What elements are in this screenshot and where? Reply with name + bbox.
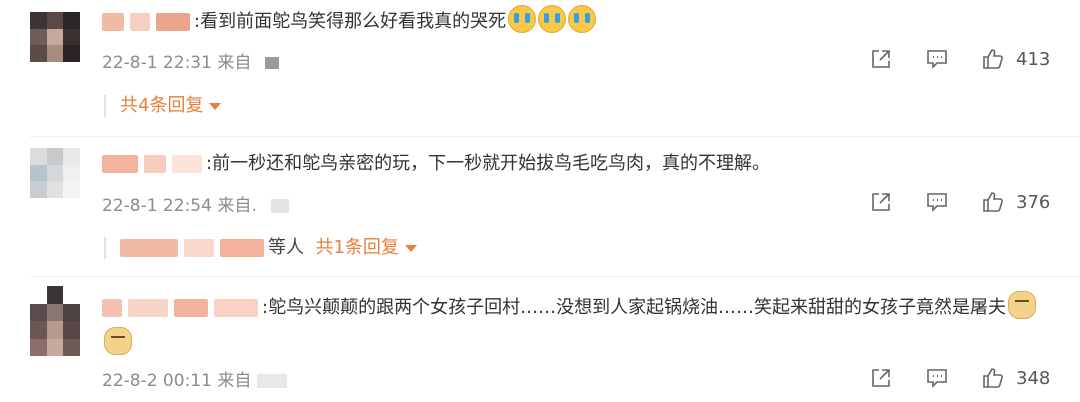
thumbs-up-icon[interactable] [980, 365, 1006, 391]
comment-text: :看到前面鸵鸟笑得那么好看我真的哭死 [102, 4, 1050, 40]
share-icon[interactable] [868, 189, 894, 215]
comment-meta: 22-8-1 22:54 来自. [102, 191, 289, 216]
like-count: 413 [1016, 48, 1051, 70]
crying-face-icon [568, 5, 597, 33]
like-count: 376 [1016, 191, 1051, 213]
crying-face-icon [508, 5, 537, 33]
comment-icon[interactable] [924, 189, 950, 215]
doge-icon [1008, 291, 1037, 319]
comment-meta: 22-8-1 22:31 来自 [102, 48, 280, 73]
reply-usernames [120, 239, 264, 257]
username[interactable] [102, 155, 202, 173]
username[interactable] [102, 13, 190, 31]
comment-text: :鸵鸟兴颠颠的跟两个女孩子回村……没想到人家起锅烧油……笑起来甜甜的女孩子竟然是… [102, 290, 1050, 362]
comment-icon[interactable] [924, 365, 950, 391]
comment-item: :看到前面鸵鸟笑得那么好看我真的哭死 22-8-1 22:31 来自 413 共… [0, 0, 1080, 130]
comment-actions: 376 [868, 189, 1052, 215]
comment-item: :前一秒还和鸵鸟亲密的玩，下一秒就开始拔鸟毛吃鸟肉，真的不理解。 22-8-1 … [0, 138, 1080, 268]
caret-down-icon [404, 244, 417, 252]
source-blur [265, 57, 280, 69]
comment-meta: 22-8-2 00:11 来自 [102, 366, 288, 391]
source-blur [257, 374, 288, 388]
like-count: 348 [1016, 367, 1051, 389]
replies-toggle[interactable]: 等人 共1条回复 [104, 237, 417, 259]
thumbs-up-icon[interactable] [980, 189, 1006, 215]
comment-icon[interactable] [924, 46, 950, 72]
source-blur [270, 199, 289, 213]
divider [30, 276, 1080, 277]
comment-text: :前一秒还和鸵鸟亲密的玩，下一秒就开始拔鸟毛吃鸟肉，真的不理解。 [102, 146, 1050, 182]
thumbs-up-icon[interactable] [980, 46, 1006, 72]
crying-face-icon [538, 5, 567, 33]
comment-item: :鸵鸟兴颠颠的跟两个女孩子回村……没想到人家起锅烧油……笑起来甜甜的女孩子竟然是… [0, 278, 1080, 402]
caret-down-icon [209, 102, 222, 110]
comment-actions: 348 [868, 365, 1052, 391]
share-icon[interactable] [868, 46, 894, 72]
doge-icon [104, 327, 132, 355]
divider [30, 136, 1080, 137]
avatar[interactable] [30, 286, 80, 356]
avatar[interactable] [30, 148, 80, 198]
replies-toggle[interactable]: 共4条回复 [104, 95, 222, 117]
username[interactable] [102, 299, 258, 317]
share-icon[interactable] [868, 365, 894, 391]
comment-actions: 413 [868, 46, 1052, 72]
avatar[interactable] [30, 12, 80, 62]
